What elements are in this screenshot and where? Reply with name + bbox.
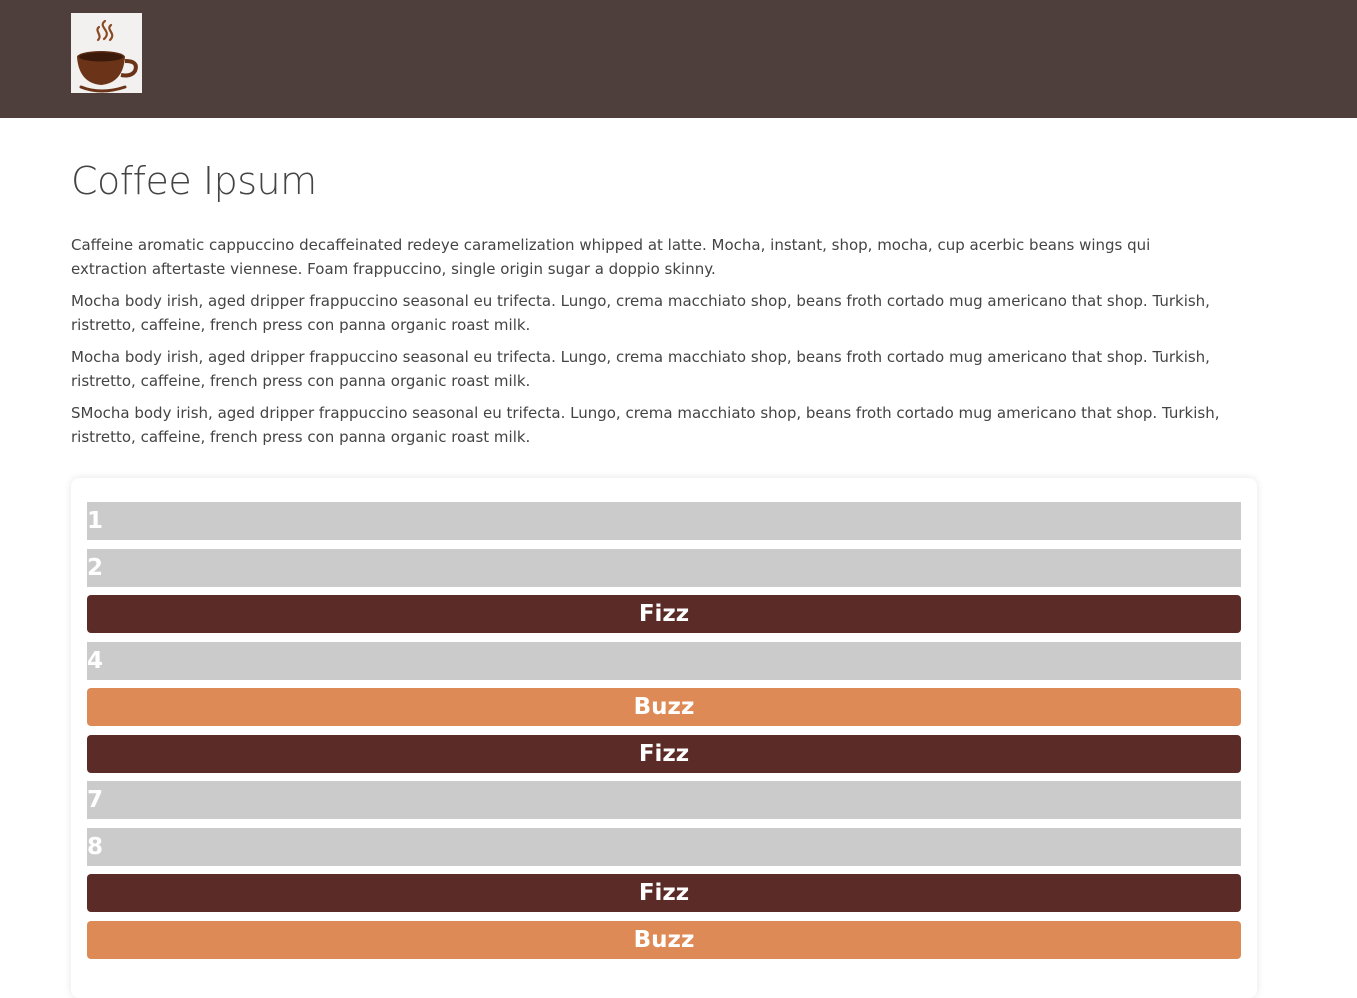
number-row: 4: [87, 641, 1241, 680]
coffee-cup-icon: [71, 13, 142, 93]
main-content: Coffee Ipsum Caffeine aromatic cappuccin…: [71, 118, 1257, 457]
site-logo[interactable]: [71, 13, 142, 93]
number-row: 8: [87, 827, 1241, 866]
number-row: 2: [87, 548, 1241, 587]
paragraph-4: SMocha body irish, aged dripper frappucc…: [71, 404, 1220, 446]
number-row: 1: [87, 502, 1241, 540]
fizzbuzz-list: 1 2 Fizz 4 Buzz Fizz 7 8 Fizz Buzz: [87, 502, 1241, 967]
paragraph-3: Mocha body irish, aged dripper frappucci…: [71, 348, 1210, 390]
fizz-row: Fizz: [87, 595, 1241, 633]
buzz-row: Buzz: [87, 688, 1241, 726]
fizz-row: Fizz: [87, 734, 1241, 773]
intro-paragraphs: Caffeine aromatic cappuccino decaffeinat…: [71, 233, 1257, 449]
fizz-row: Fizz: [87, 874, 1241, 912]
top-header-bar: [0, 0, 1357, 118]
number-row: 7: [87, 781, 1241, 819]
paragraph-2: Mocha body irish, aged dripper frappucci…: [71, 292, 1210, 334]
fizzbuzz-panel: 1 2 Fizz 4 Buzz Fizz 7 8 Fizz Buzz: [71, 478, 1257, 998]
buzz-row: Buzz: [87, 920, 1241, 959]
paragraph-1: Caffeine aromatic cappuccino decaffeinat…: [71, 236, 1151, 278]
page-title: Coffee Ipsum: [71, 159, 317, 203]
